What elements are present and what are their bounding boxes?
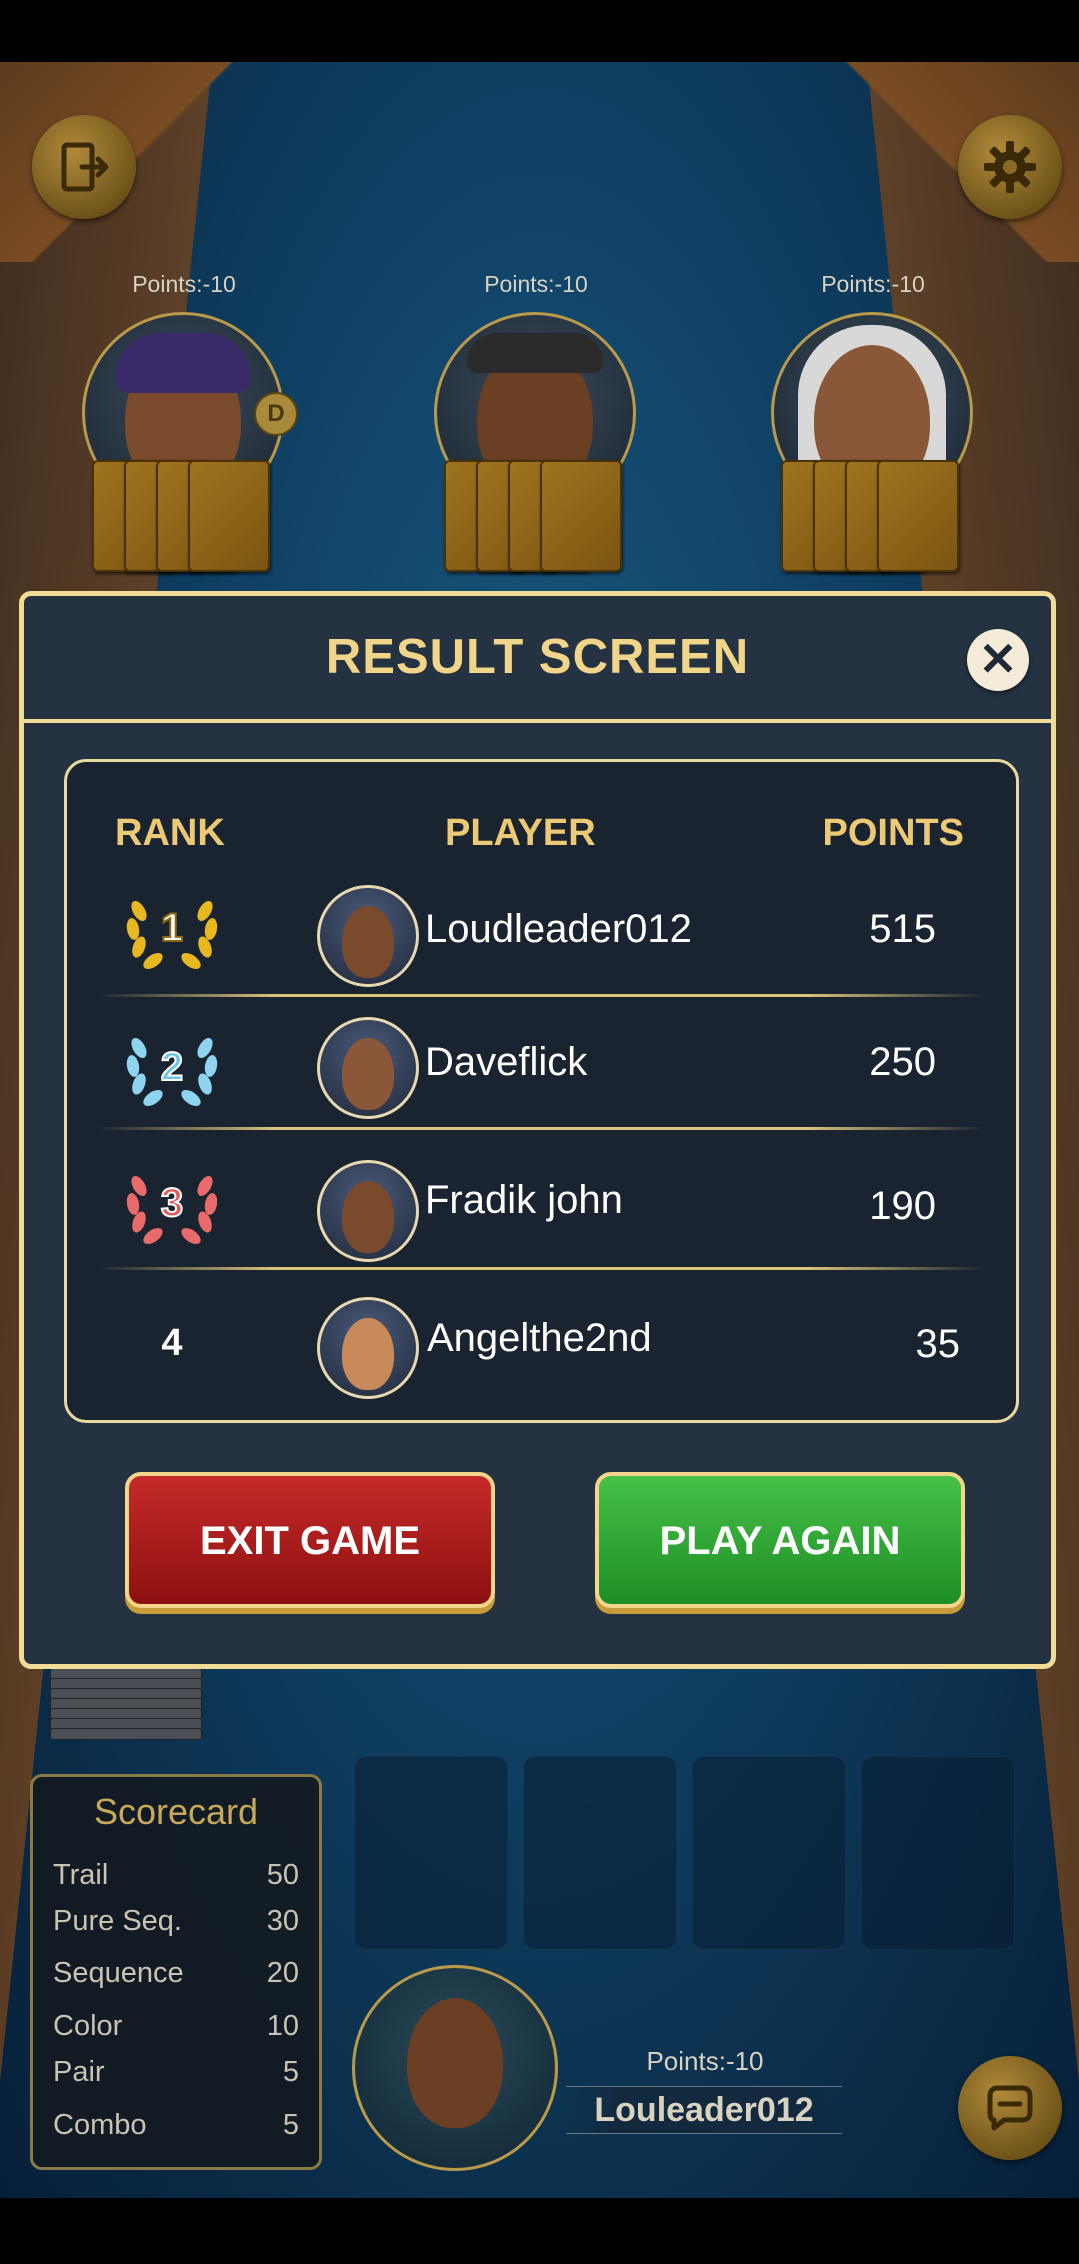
table-row: 1 Loudleader012 515 xyxy=(67,867,1016,997)
bronze-laurel-icon: 3 xyxy=(117,1158,227,1248)
dealer-badge: D xyxy=(254,392,298,436)
player-name: Loudleader012 xyxy=(425,907,692,951)
opponent-3-points: Points:-10 xyxy=(821,271,925,297)
rank-number: 4 xyxy=(161,1322,183,1364)
player-points: 35 xyxy=(915,1322,961,1366)
card-slot xyxy=(861,1756,1015,1950)
opponent-2[interactable] xyxy=(434,312,636,572)
player-name: Daveflick xyxy=(425,1040,588,1084)
self-points: Points:-10 xyxy=(646,2046,764,2076)
table-row: 3 Fradik john 190 xyxy=(67,1140,1016,1270)
self-avatar[interactable] xyxy=(352,1965,558,2171)
dialog-title: RESULT SCREEN xyxy=(325,630,750,684)
opponent-hand xyxy=(781,460,971,572)
exit-game-button[interactable]: EXIT GAME xyxy=(125,1472,495,1608)
dialog-header: RESULT SCREEN ✕ xyxy=(24,596,1051,723)
player-name: Fradik john xyxy=(425,1178,623,1222)
scorecard-row: Pure Seq. 30 xyxy=(53,1905,299,1937)
opponent-hand xyxy=(444,460,634,572)
scorecard-panel: Scorecard Trail 50 Pure Seq. 30 Sequence 20… xyxy=(30,1774,322,2170)
status-bar xyxy=(0,0,1079,62)
scorecard-row: Pair 5 xyxy=(53,2056,299,2088)
player-name: Angelthe2nd xyxy=(427,1316,652,1360)
card-slot xyxy=(354,1756,508,1950)
play-again-button[interactable]: PLAY AGAIN xyxy=(595,1472,965,1608)
avatar xyxy=(317,885,419,987)
scorecard-title: Scorecard xyxy=(93,1791,259,1832)
gold-laurel-icon: 1 xyxy=(117,883,227,973)
chat-button[interactable] xyxy=(958,2056,1062,2160)
avatar xyxy=(317,1160,419,1262)
table-row: 2 Daveflick 250 xyxy=(67,1000,1016,1130)
card-deck xyxy=(50,1668,202,1740)
opponent-1-points: Points:-10 xyxy=(132,271,236,297)
navigation-bar xyxy=(0,2198,1079,2264)
result-dialog: RESULT SCREEN ✕ RANK PLAYER POINTS 1 Lou… xyxy=(19,591,1056,1669)
player-points: 515 xyxy=(869,907,936,951)
scorecard-row: Sequence 20 xyxy=(53,1957,299,1989)
svg-text:2: 2 xyxy=(161,1045,183,1089)
points-header: POINTS xyxy=(822,812,964,854)
card-slot xyxy=(692,1756,846,1950)
player-points: 250 xyxy=(869,1040,936,1084)
opponent-hand xyxy=(92,460,282,572)
exit-door-icon xyxy=(61,142,109,192)
leave-table-button[interactable] xyxy=(32,115,136,219)
scorecard-row: Combo 5 xyxy=(53,2109,299,2141)
self-name: Louleader012 xyxy=(566,2086,842,2134)
svg-text:3: 3 xyxy=(161,1181,183,1225)
silver-laurel-icon: 2 xyxy=(117,1020,227,1110)
card-slot xyxy=(523,1756,677,1950)
gear-icon xyxy=(984,141,1036,193)
opponent-3[interactable] xyxy=(771,312,973,572)
player-points: 190 xyxy=(869,1184,936,1228)
table-row: 4 Angelthe2nd 35 xyxy=(67,1272,1016,1402)
settings-button[interactable] xyxy=(958,115,1062,219)
results-table: RANK PLAYER POINTS 1 Loudleader012 515 2… xyxy=(64,759,1019,1423)
scorecard-row: Color 10 xyxy=(53,2010,299,2042)
avatar xyxy=(317,1017,419,1119)
close-button[interactable]: ✕ xyxy=(967,629,1029,691)
chat-icon xyxy=(987,2085,1033,2131)
opponent-2-points: Points:-10 xyxy=(484,271,588,297)
rank-header: RANK xyxy=(115,812,225,854)
scorecard-row: Trail 50 xyxy=(53,1859,299,1891)
svg-text:1: 1 xyxy=(161,906,183,950)
player-header: PLAYER xyxy=(445,812,596,854)
avatar xyxy=(317,1297,419,1399)
opponent-1[interactable]: D xyxy=(82,312,298,572)
